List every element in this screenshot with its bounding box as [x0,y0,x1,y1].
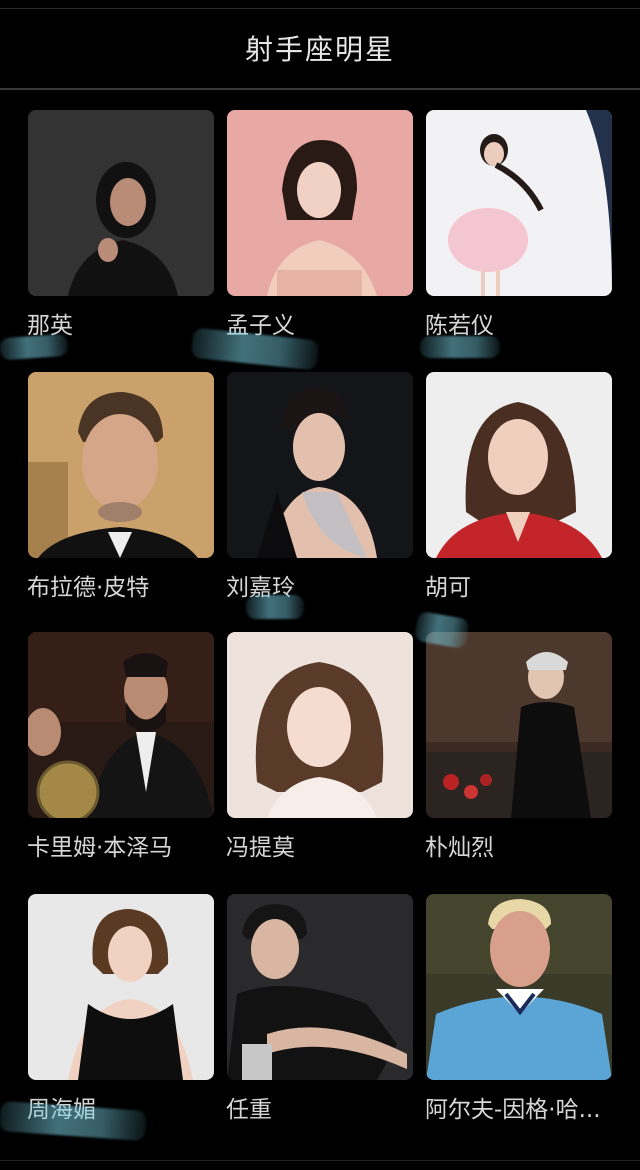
celebrity-photo[interactable] [227,894,413,1080]
celebrity-photo[interactable] [28,110,214,296]
celebrity-grid: 那英 孟子义 陈若仪 布拉德·皮特 刘嘉玲 胡可 卡里姆·本泽马 冯提莫 朴灿烈… [0,0,640,1170]
celebrity-card-zhou-haimei[interactable]: 周海媚 [27,894,214,1126]
celebrity-name: 阿尔夫-因格·哈... [425,1097,601,1123]
celebrity-name: 胡可 [425,575,471,601]
celebrity-card-brad-pitt[interactable]: 布拉德·皮特 [27,372,214,604]
celebrity-photo[interactable] [426,632,612,818]
celebrity-card-hu-ke[interactable]: 胡可 [425,372,612,604]
celebrity-card-karim-benzema[interactable]: 卡里姆·本泽马 [27,632,214,864]
celebrity-card-park-chanyeol[interactable]: 朴灿烈 [425,632,612,864]
celebrity-card-na-ying[interactable]: 那英 [27,110,214,342]
celebrity-name: 朴灿烈 [425,835,494,861]
celebrity-card-chen-ruoyi[interactable]: 陈若仪 [425,110,612,342]
celebrity-card-ren-zhong[interactable]: 任重 [226,894,413,1126]
bottom-edge-line [0,1160,640,1161]
celebrity-name: 陈若仪 [425,313,494,339]
celebrity-name: 卡里姆·本泽马 [27,835,173,861]
celebrity-photo[interactable] [426,372,612,558]
smudge-mark [246,595,304,619]
celebrity-photo[interactable] [227,632,413,818]
celebrity-photo[interactable] [426,894,612,1080]
celebrity-photo[interactable] [227,110,413,296]
celebrity-photo[interactable] [28,372,214,558]
celebrity-name: 任重 [226,1097,272,1123]
celebrity-name: 冯提莫 [226,835,295,861]
celebrity-photo[interactable] [426,110,612,296]
smudge-mark [420,336,500,358]
celebrity-card-alf-inge-haaland[interactable]: 阿尔夫-因格·哈... [425,894,612,1126]
celebrity-card-meng-ziyi[interactable]: 孟子义 [226,110,413,342]
celebrity-name: 布拉德·皮特 [27,575,150,601]
celebrity-photo[interactable] [28,632,214,818]
celebrity-photo[interactable] [28,894,214,1080]
celebrity-card-feng-timo[interactable]: 冯提莫 [226,632,413,864]
celebrity-photo[interactable] [227,372,413,558]
celebrity-card-carina-lau[interactable]: 刘嘉玲 [226,372,413,604]
